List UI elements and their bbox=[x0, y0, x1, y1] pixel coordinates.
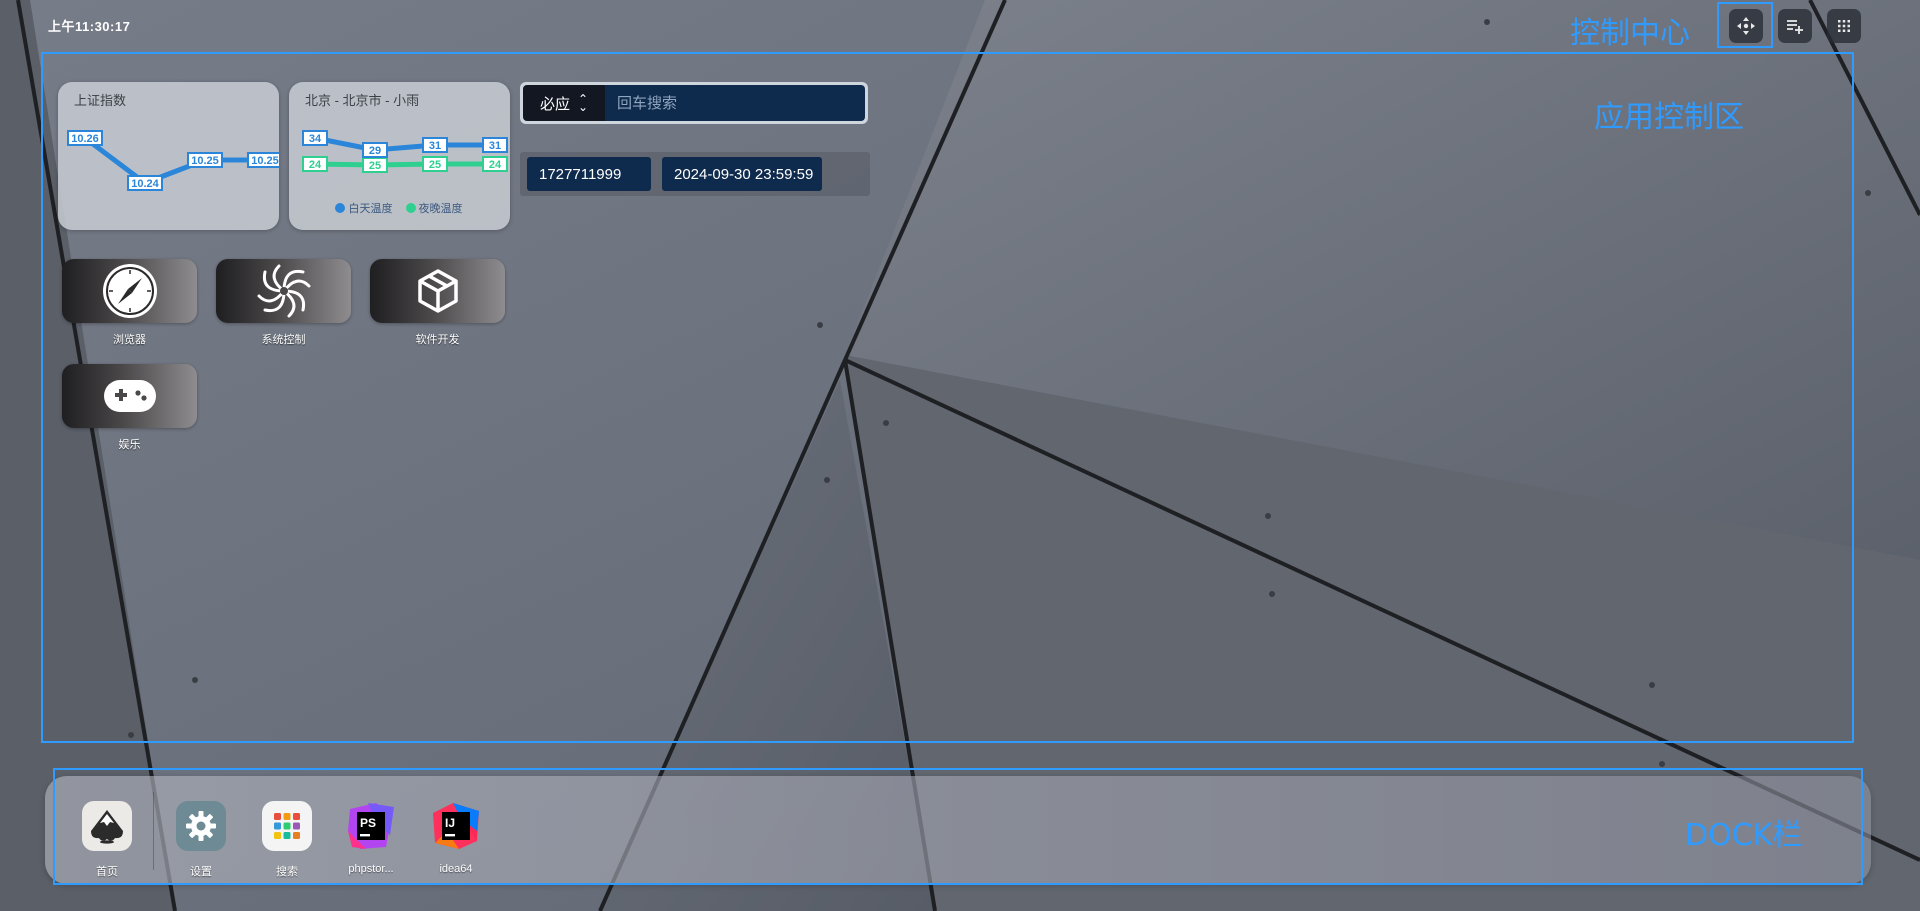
legend-night-label: 夜晚温度 bbox=[418, 203, 463, 215]
annotation-dock: DOCK栏 bbox=[1685, 818, 1803, 853]
phpstorm-icon: PS bbox=[348, 803, 394, 849]
swirl-icon bbox=[257, 264, 310, 318]
dock-intellij-label: idea64 bbox=[439, 863, 473, 875]
legend-night[interactable]: 夜晚温度 bbox=[405, 203, 463, 215]
night-point-1: 24 bbox=[302, 156, 328, 172]
datetime-field[interactable]: 2024-09-30 23:59:59 bbox=[662, 157, 822, 191]
stock-point-4: 10.25 bbox=[247, 152, 279, 168]
cube-icon bbox=[417, 269, 458, 313]
stock-label-1: 10.26 bbox=[71, 133, 99, 145]
app-system-control[interactable] bbox=[216, 259, 351, 323]
search-bar: 必应 ⌃ ⌄ bbox=[520, 82, 868, 124]
weather-legend: 白天温度 夜晚温度 bbox=[289, 200, 509, 216]
dock-phpstorm-label: phpstor... bbox=[348, 863, 394, 875]
annotation-control-center: 控制中心 bbox=[1570, 16, 1690, 51]
app-software-dev[interactable] bbox=[370, 259, 505, 323]
legend-day[interactable]: 白天温度 bbox=[335, 203, 392, 215]
app-entertainment-label: 娱乐 bbox=[118, 439, 141, 451]
night-temp-2: 25 bbox=[369, 160, 381, 172]
dock-search-label: 搜索 bbox=[276, 866, 298, 878]
legend-night-dot bbox=[405, 203, 416, 213]
dock-settings-label: 设置 bbox=[190, 866, 212, 878]
day-temp-2: 29 bbox=[369, 145, 381, 157]
timestamp-converter: 1727711999 2024-09-30 23:59:59 bbox=[520, 152, 870, 196]
dock-phpstorm[interactable]: PS bbox=[346, 801, 396, 851]
gamepad-icon bbox=[103, 380, 156, 412]
app-entertainment[interactable] bbox=[62, 364, 197, 428]
day-point-1: 34 bbox=[302, 130, 328, 146]
day-point-3: 31 bbox=[422, 137, 448, 153]
app-system-control-label: 系统控制 bbox=[261, 334, 306, 346]
dock-search[interactable] bbox=[262, 801, 312, 851]
svg-text:PS: PS bbox=[360, 816, 376, 830]
add-list-icon bbox=[1787, 20, 1803, 34]
stock-point-1: 10.26 bbox=[67, 130, 103, 146]
search-input[interactable] bbox=[605, 85, 865, 121]
move-icon bbox=[1737, 17, 1755, 35]
night-temp-4: 24 bbox=[489, 159, 502, 171]
app-browser-label: 浏览器 bbox=[113, 334, 146, 346]
stock-point-3: 10.25 bbox=[187, 152, 223, 168]
night-temp-3: 25 bbox=[429, 159, 441, 171]
weather-widget[interactable]: 北京 - 北京市 - 小雨 24 25 25 24 34 29 31 31 白天… bbox=[289, 82, 510, 230]
stock-label-4: 10.25 bbox=[251, 155, 279, 167]
search-engine-label: 必应 bbox=[539, 95, 570, 113]
inkscape-icon bbox=[91, 810, 123, 844]
intellij-icon: IJ bbox=[433, 803, 479, 849]
night-point-3: 25 bbox=[422, 156, 448, 172]
unix-timestamp-field[interactable]: 1727711999 bbox=[527, 157, 651, 191]
stock-widget[interactable]: 上证指数 10.26 10.24 10.25 10.25 bbox=[58, 82, 279, 230]
search-engine-select[interactable]: 必应 ⌃ ⌄ bbox=[523, 85, 605, 121]
chevron-updown-icon: ⌃ ⌄ bbox=[577, 92, 589, 114]
day-temp-4: 31 bbox=[489, 140, 501, 152]
day-temp-3: 31 bbox=[429, 140, 441, 152]
move-layout-button[interactable] bbox=[1729, 9, 1763, 43]
stock-line-chart: 10.26 10.24 10.25 10.25 bbox=[67, 130, 279, 191]
compass-icon bbox=[102, 264, 157, 318]
app-grid-button[interactable] bbox=[1827, 9, 1861, 43]
app-grid-icon bbox=[274, 813, 300, 839]
dock-separator bbox=[153, 792, 154, 870]
annotation-app-area: 应用控制区 bbox=[1594, 100, 1744, 135]
svg-text:IJ: IJ bbox=[445, 816, 455, 830]
stock-point-2: 10.24 bbox=[127, 175, 163, 191]
day-point-2: 29 bbox=[362, 142, 388, 158]
dock-settings[interactable] bbox=[176, 801, 226, 851]
grid-icon bbox=[1838, 20, 1850, 32]
dock-home-label: 首页 bbox=[96, 866, 118, 878]
night-point-4: 24 bbox=[482, 156, 508, 172]
stock-label-3: 10.25 bbox=[191, 155, 219, 167]
day-point-4: 31 bbox=[482, 137, 508, 153]
app-browser[interactable] bbox=[62, 259, 197, 323]
legend-day-dot bbox=[335, 203, 346, 213]
system-clock: 上午11:30:17 bbox=[48, 19, 131, 34]
dock-intellij[interactable]: IJ bbox=[431, 801, 481, 851]
day-temp-1: 34 bbox=[309, 133, 322, 145]
app-software-dev-label: 软件开发 bbox=[415, 334, 460, 346]
night-temp-1: 24 bbox=[309, 159, 322, 171]
add-list-button[interactable] bbox=[1778, 9, 1812, 43]
night-point-2: 25 bbox=[362, 157, 388, 173]
legend-day-label: 白天温度 bbox=[348, 203, 393, 215]
dock-home[interactable] bbox=[82, 801, 132, 851]
stock-label-2: 10.24 bbox=[131, 178, 159, 190]
settings-icon bbox=[186, 811, 216, 841]
